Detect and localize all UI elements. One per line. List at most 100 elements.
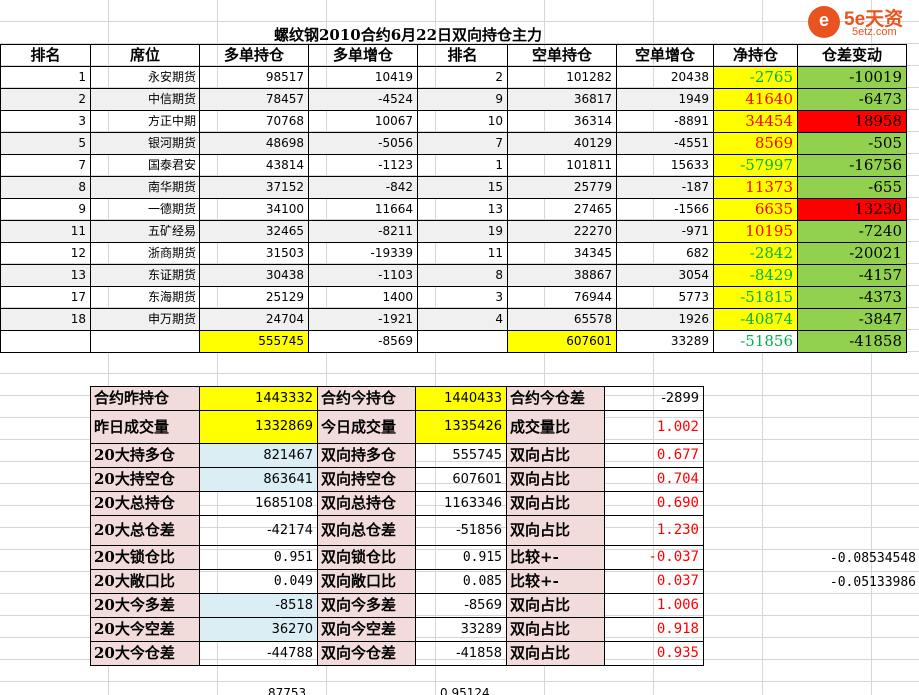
position-diff[interactable]: -655 [797, 176, 907, 199]
summary-label[interactable]: 双向占比 [506, 593, 605, 618]
total-net[interactable]: -51856 [713, 330, 798, 353]
spreadsheet-grid[interactable]: 螺纹钢2010合约6月22日双向持仓主力 e 5e天资 5etz.com 排名 … [0, 0, 919, 695]
rank-long[interactable]: 1 [0, 66, 91, 89]
summary-ratio[interactable]: 0.037 [604, 569, 704, 594]
summary-label[interactable]: 20大持多仓 [90, 443, 200, 468]
summary-label[interactable]: 双向占比 [506, 443, 605, 468]
rank-short[interactable]: 15 [417, 176, 508, 199]
position-diff[interactable]: -10019 [797, 66, 907, 89]
summary-label[interactable]: 双向持多仓 [317, 443, 416, 468]
long-change[interactable]: -1921 [308, 308, 418, 331]
long-position[interactable]: 43814 [199, 154, 309, 177]
total-short-change[interactable]: 33289 [616, 330, 714, 353]
summary-ratio[interactable]: -0.037 [604, 545, 704, 570]
net-position[interactable]: -57997 [713, 154, 798, 177]
total-long[interactable]: 555745 [199, 330, 309, 353]
summary-label[interactable]: 双向占比 [506, 617, 605, 642]
summary-value[interactable]: 1685108 [199, 491, 318, 516]
summary-value[interactable]: 36270 [199, 617, 318, 642]
summary-label[interactable]: 双向持空仓 [317, 467, 416, 492]
side-value[interactable]: -0.08534548 [790, 551, 916, 566]
long-change[interactable]: -4524 [308, 88, 418, 111]
summary-ratio[interactable]: 0.677 [604, 443, 704, 468]
net-position[interactable]: -2842 [713, 242, 798, 265]
short-position[interactable]: 101282 [507, 66, 617, 89]
net-position[interactable]: 11373 [713, 176, 798, 199]
summary-value[interactable]: 0.951 [199, 545, 318, 570]
summary-value[interactable]: 555745 [415, 443, 507, 468]
short-change[interactable]: 5773 [616, 286, 714, 309]
clipped-value[interactable]: 87753 [268, 686, 306, 695]
long-change[interactable]: -1123 [308, 154, 418, 177]
short-change[interactable]: 3054 [616, 264, 714, 287]
summary-label[interactable]: 双向今多差 [317, 593, 416, 618]
rank-short[interactable]: 8 [417, 264, 508, 287]
rank-short[interactable]: 10 [417, 110, 508, 133]
short-change[interactable]: 682 [616, 242, 714, 265]
net-position[interactable]: 8569 [713, 132, 798, 155]
position-diff[interactable]: 13230 [797, 198, 907, 221]
summary-label[interactable]: 双向占比 [506, 641, 605, 666]
summary-ratio[interactable]: 0.704 [604, 467, 704, 492]
clipped-value[interactable]: 0.95124 [440, 686, 490, 695]
seat-name[interactable]: 银河期货 [90, 132, 200, 155]
long-change[interactable]: -5056 [308, 132, 418, 155]
summary-value[interactable]: 863641 [199, 467, 318, 492]
summary-value[interactable]: 1443332 [199, 386, 318, 411]
summary-label[interactable]: 双向占比 [506, 515, 605, 546]
long-position[interactable]: 98517 [199, 66, 309, 89]
summary-value[interactable]: 1163346 [415, 491, 507, 516]
long-position[interactable]: 37152 [199, 176, 309, 199]
net-position[interactable]: -40874 [713, 308, 798, 331]
seat-name[interactable]: 南华期货 [90, 176, 200, 199]
header-cell[interactable]: 净持仓 [713, 44, 798, 67]
long-position[interactable]: 78457 [199, 88, 309, 111]
summary-value[interactable]: 1440433 [415, 386, 507, 411]
position-diff[interactable]: -4157 [797, 264, 907, 287]
position-diff[interactable]: -16756 [797, 154, 907, 177]
rank-long[interactable]: 2 [0, 88, 91, 111]
summary-label[interactable]: 合约今仓差 [506, 386, 605, 411]
summary-label[interactable]: 昨日成交量 [90, 410, 200, 444]
short-change[interactable]: 15633 [616, 154, 714, 177]
total-short[interactable]: 607601 [507, 330, 617, 353]
summary-label[interactable]: 双向总持仓 [317, 491, 416, 516]
position-diff[interactable]: -7240 [797, 220, 907, 243]
summary-label[interactable]: 20大持空仓 [90, 467, 200, 492]
summary-label[interactable]: 合约今持仓 [317, 386, 416, 411]
long-change[interactable]: -1103 [308, 264, 418, 287]
summary-value[interactable]: -51856 [415, 515, 507, 546]
short-change[interactable]: -8891 [616, 110, 714, 133]
total-diff[interactable]: -41858 [797, 330, 907, 353]
net-position[interactable]: -51815 [713, 286, 798, 309]
summary-ratio[interactable]: 0.935 [604, 641, 704, 666]
position-diff[interactable]: -4373 [797, 286, 907, 309]
header-cell[interactable]: 多单增仓 [308, 44, 418, 67]
position-diff[interactable]: -20021 [797, 242, 907, 265]
short-position[interactable]: 27465 [507, 198, 617, 221]
short-position[interactable]: 36314 [507, 110, 617, 133]
header-cell[interactable]: 排名 [0, 44, 91, 67]
short-position[interactable]: 38867 [507, 264, 617, 287]
summary-ratio[interactable]: 0.918 [604, 617, 704, 642]
rank-short[interactable]: 13 [417, 198, 508, 221]
side-value[interactable]: -0.05133986 [790, 575, 916, 590]
summary-label[interactable]: 双向总仓差 [317, 515, 416, 546]
summary-label[interactable]: 今日成交量 [317, 410, 416, 444]
summary-value[interactable]: -8569 [415, 593, 507, 618]
rank-short[interactable]: 19 [417, 220, 508, 243]
rank-short[interactable]: 1 [417, 154, 508, 177]
short-position[interactable]: 34345 [507, 242, 617, 265]
summary-value[interactable]: 1335426 [415, 410, 507, 444]
short-position[interactable]: 22270 [507, 220, 617, 243]
rank-short[interactable]: 7 [417, 132, 508, 155]
net-position[interactable]: 10195 [713, 220, 798, 243]
site-logo[interactable]: e 5e天资 5etz.com [808, 2, 918, 40]
summary-ratio[interactable]: 0.690 [604, 491, 704, 516]
seat-name[interactable]: 国泰君安 [90, 154, 200, 177]
long-change[interactable]: 10419 [308, 66, 418, 89]
rank-short[interactable]: 4 [417, 308, 508, 331]
long-change[interactable]: -8211 [308, 220, 418, 243]
long-change[interactable]: -842 [308, 176, 418, 199]
long-position[interactable]: 70768 [199, 110, 309, 133]
